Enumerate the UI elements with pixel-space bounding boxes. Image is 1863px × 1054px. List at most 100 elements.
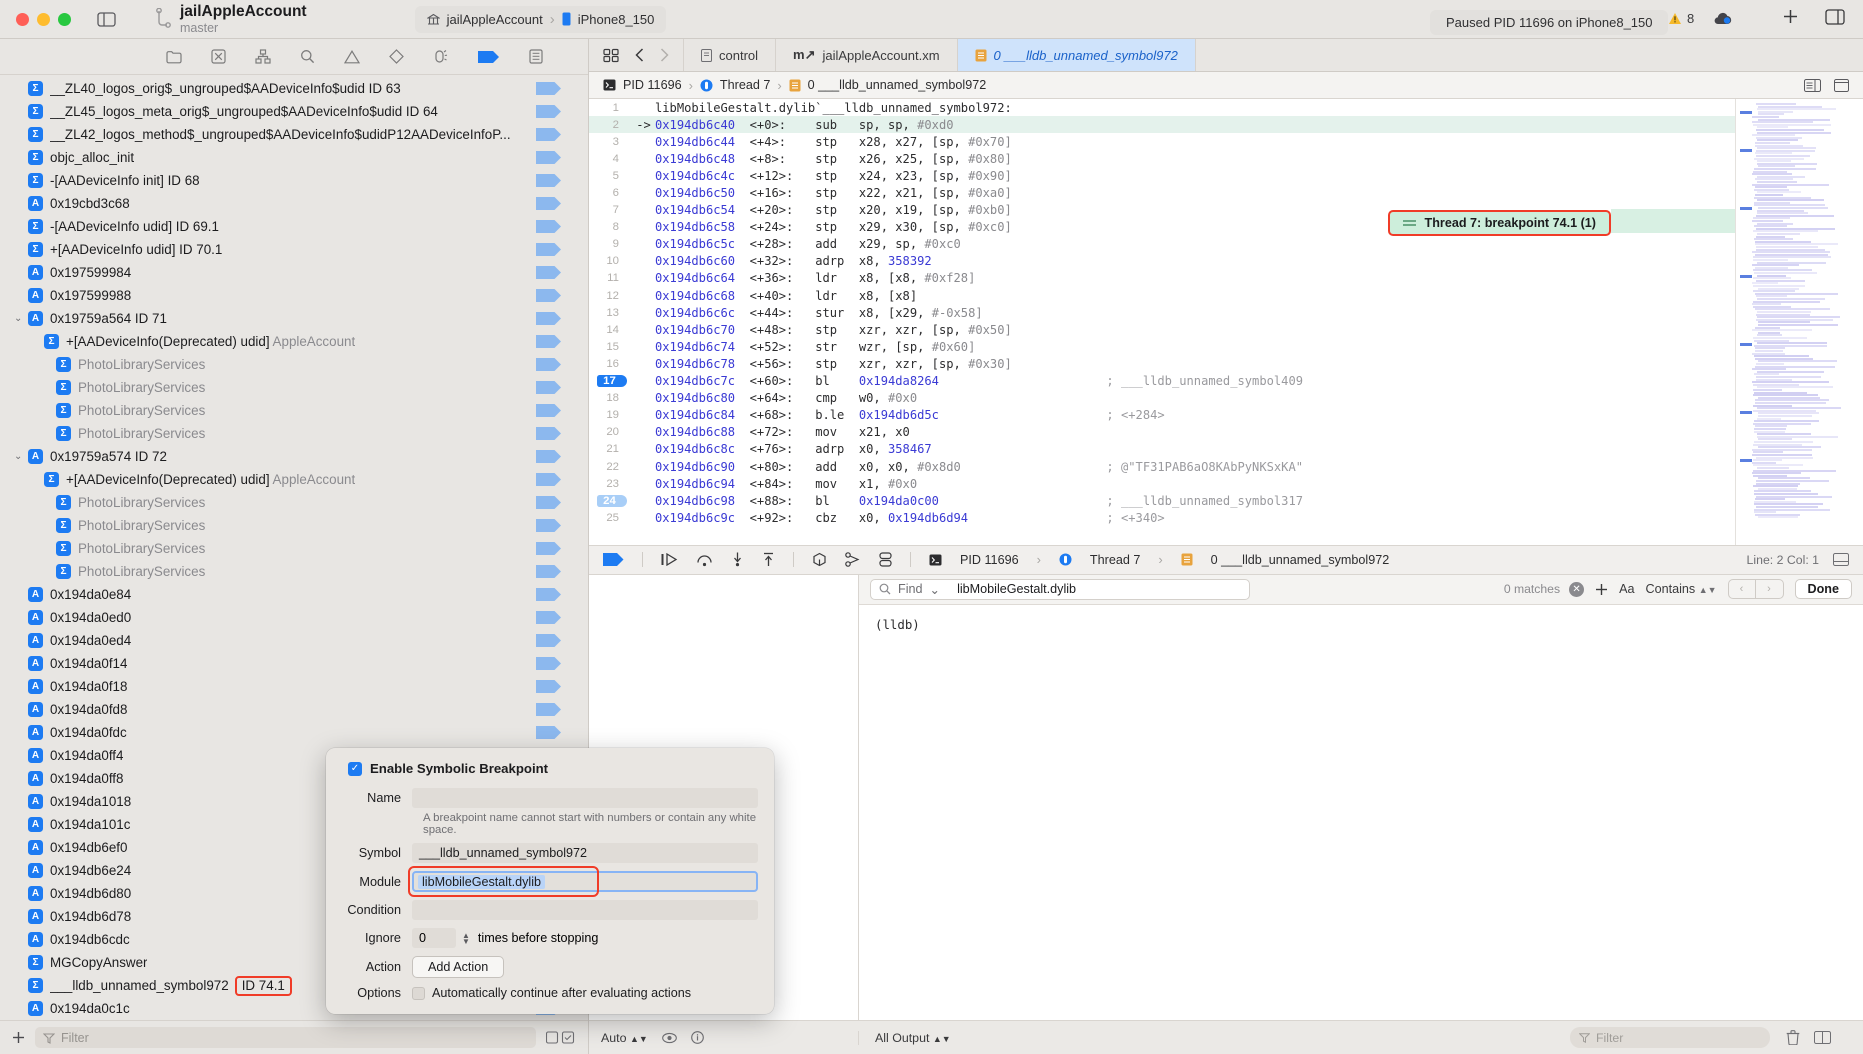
line-breakpoint-marker[interactable]: 17 (597, 375, 627, 388)
breakpoint-row[interactable]: A 0x194da0f18 (0, 675, 588, 698)
info-icon[interactable] (690, 1031, 704, 1044)
symbol-navigator-icon[interactable] (254, 49, 271, 64)
minimize-window-button[interactable] (37, 12, 50, 26)
debugbar-pid[interactable]: PID 11696 (960, 553, 1019, 567)
jumpbar-thread[interactable]: Thread 7 (720, 78, 770, 92)
step-into-button[interactable] (731, 552, 744, 567)
breakpoint-row[interactable]: Σ PhotoLibraryServices (0, 376, 588, 399)
console-output-selector[interactable]: All Output ▲▼ (875, 1031, 951, 1045)
breakpoint-enabled-flag[interactable] (536, 565, 561, 578)
project-indicator[interactable]: jailAppleAccount master (156, 3, 307, 35)
project-navigator-icon[interactable] (165, 50, 182, 64)
enable-breakpoint-checkbox[interactable]: ✓ (348, 761, 362, 776)
disassembly-line[interactable]: 18 0x194db6c80 <+64>: cmp w0, #0x0 (589, 390, 1735, 407)
breakpoint-row[interactable]: Σ +[AADeviceInfo udid] ID 70.1 (0, 238, 588, 261)
breakpoint-row[interactable]: A 0x19cbd3c68 (0, 192, 588, 215)
disassembly-line[interactable]: 10 0x194db6c60 <+32>: adrp x8, 358392 (589, 253, 1735, 270)
debug-navigator-icon[interactable] (433, 49, 449, 64)
maximize-window-button[interactable] (58, 12, 71, 26)
find-next-button[interactable]: › (1756, 580, 1783, 598)
breakpoint-navigator-icon[interactable] (477, 50, 500, 64)
disassembly-line[interactable]: 6 0x194db6c50 <+16>: stp x22, x21, [sp, #… (589, 184, 1735, 201)
breakpoint-row[interactable]: Σ PhotoLibraryServices (0, 399, 588, 422)
test-navigator-icon[interactable] (388, 49, 404, 64)
debug-bar[interactable]: PID 11696 › Thread 7 › 0 ___lldb_unnamed… (589, 544, 1863, 575)
console-output[interactable]: (lldb) (859, 605, 1863, 1021)
line-breakpoint-marker[interactable]: 24 (597, 494, 627, 507)
breakpoint-enabled-flag[interactable] (536, 726, 561, 739)
issue-counter[interactable]: 8 (1668, 11, 1732, 26)
console-controls[interactable]: All Output ▲▼ Filter (859, 1027, 1863, 1048)
breakpoint-enabled-flag[interactable] (536, 312, 561, 325)
breakpoint-enabled-flag[interactable] (536, 174, 561, 187)
breakpoint-row[interactable]: Σ PhotoLibraryServices (0, 422, 588, 445)
toggle-inspector-icon[interactable] (1825, 8, 1845, 25)
breakpoint-row[interactable]: Σ __ZL40_logos_orig$_ungrouped$AADeviceIn… (0, 77, 588, 100)
close-window-button[interactable] (16, 12, 29, 26)
disassembly-view[interactable]: 1 libMobileGestalt.dylib`___lldb_unnamed… (589, 99, 1863, 545)
breakpoint-enabled-flag[interactable] (536, 427, 561, 440)
filter-toggle-icons[interactable] (546, 1031, 576, 1044)
disassembly-line[interactable]: 4 0x194db6c48 <+8>: stp x26, x25, [sp, #0… (589, 150, 1735, 167)
clear-console-icon[interactable] (1786, 1030, 1800, 1045)
editor-tab-bar[interactable]: control m↗ jailAppleAccount.xm 0 ___lldb… (589, 39, 1863, 72)
tab-jailappleaccount-xm[interactable]: m↗ jailAppleAccount.xm (776, 39, 958, 71)
breakpoint-enabled-flag[interactable] (536, 680, 561, 693)
breakpoint-row[interactable]: Σ PhotoLibraryServices (0, 537, 588, 560)
breakpoint-enabled-flag[interactable] (536, 82, 561, 95)
find-scope-chevron-down-icon[interactable]: ⌄ (930, 582, 941, 597)
console-view[interactable]: Find ⌄ libMobileGestalt.dylib 0 matches … (859, 574, 1863, 1021)
breakpoint-row[interactable]: Σ PhotoLibraryServices (0, 491, 588, 514)
breakpoint-row[interactable]: A 0x194da0f14 (0, 652, 588, 675)
breakpoint-row[interactable]: Σ +[AADeviceInfo(Deprecated) udid] AppleA… (0, 468, 588, 491)
breakpoint-row[interactable]: Σ __ZL45_logos_meta_orig$_ungrouped$AADev… (0, 100, 588, 123)
breakpoint-enabled-flag[interactable] (536, 105, 561, 118)
tab-control[interactable]: control (683, 39, 777, 71)
breakpoint-row[interactable]: Σ __ZL42_logos_method$_ungrouped$AADevice… (0, 123, 588, 146)
breakpoint-row[interactable]: Σobjc_alloc_init (0, 146, 588, 169)
debug-memory-graph-button[interactable] (845, 552, 861, 567)
issue-navigator-icon[interactable] (343, 49, 360, 64)
find-navigation-buttons[interactable]: ‹ › (1727, 579, 1784, 599)
breakpoint-enabled-flag[interactable] (536, 473, 561, 486)
breakpoint-row[interactable]: A 0x194da0fdc (0, 721, 588, 744)
breakpoint-row[interactable]: A 0x194da0e84 (0, 583, 588, 606)
scheme-destination-selector[interactable]: jailAppleAccount › iPhone8_150 (414, 5, 667, 33)
source-control-navigator-icon[interactable] (210, 49, 226, 64)
cloud-status-icon[interactable] (1713, 12, 1732, 26)
disassembly-line[interactable]: 21 0x194db6c8c <+76>: adrp x0, 358467 (589, 441, 1735, 458)
breakpoint-enabled-flag[interactable] (536, 450, 561, 463)
breakpoint-enabled-flag[interactable] (536, 542, 561, 555)
breakpoint-banner[interactable]: Thread 7: breakpoint 74.1 (1) (1387, 210, 1611, 236)
breakpoint-row[interactable]: ⌄ A 0x19759a574 ID 72 (0, 445, 588, 468)
disassembly-line[interactable]: 11 0x194db6c64 <+36>: ldr x8, [x8, #0xf28… (589, 270, 1735, 287)
breakpoint-row[interactable]: A 0x194da0ed0 (0, 606, 588, 629)
editor-options-icon[interactable] (603, 48, 619, 63)
breakpoint-enabled-flag[interactable] (536, 335, 561, 348)
variables-controls[interactable]: Auto ▲▼ (589, 1030, 859, 1045)
disclosure-triangle-icon[interactable]: ⌄ (14, 313, 28, 324)
breakpoint-row[interactable]: ⌄ A 0x19759a564 ID 71 (0, 307, 588, 330)
module-input[interactable]: libMobileGestalt.dylib (412, 871, 758, 892)
disassembly-line[interactable]: 16 0x194db6c78 <+56>: stp xzr, xzr, [sp, … (589, 355, 1735, 372)
disassembly-line[interactable]: 9 0x194db6c5c <+28>: add x29, sp, #0xc0 (589, 236, 1735, 253)
breakpoint-enabled-flag[interactable] (536, 588, 561, 601)
step-out-button[interactable] (762, 552, 775, 567)
console-find-bar[interactable]: Find ⌄ libMobileGestalt.dylib 0 matches … (859, 574, 1863, 605)
breakpoint-enabled-flag[interactable] (536, 703, 561, 716)
disassembly-line[interactable]: 24 0x194db6c98 <+88>: bl 0x194da0c00 ; __… (589, 492, 1735, 509)
debug-view-hierarchy-button[interactable] (812, 552, 827, 567)
disassembly-line[interactable]: 20 0x194db6c88 <+72>: mov x21, x0 (589, 424, 1735, 441)
ignore-input[interactable]: 0 (412, 928, 456, 948)
breakpoint-row[interactable]: Σ +[AADeviceInfo(Deprecated) udid] AppleA… (0, 330, 588, 353)
report-navigator-icon[interactable] (528, 49, 543, 64)
code-lines-container[interactable]: 1 libMobileGestalt.dylib`___lldb_unnamed… (589, 99, 1735, 545)
editor-mode-icon[interactable] (1834, 78, 1849, 92)
add-breakpoint-button[interactable] (12, 1031, 25, 1044)
code-minimap[interactable] (1735, 99, 1863, 545)
disassembly-line[interactable]: 25 0x194db6c9c <+92>: cbz x0, 0x194db6d94… (589, 509, 1735, 526)
breakpoint-row[interactable]: Σ PhotoLibraryServices (0, 560, 588, 583)
jumpbar-frame[interactable]: 0 ___lldb_unnamed_symbol972 (808, 78, 987, 92)
ignore-stepper[interactable]: ▲ ▼ (462, 931, 470, 945)
titlebar-right-controls[interactable] (1782, 8, 1845, 25)
